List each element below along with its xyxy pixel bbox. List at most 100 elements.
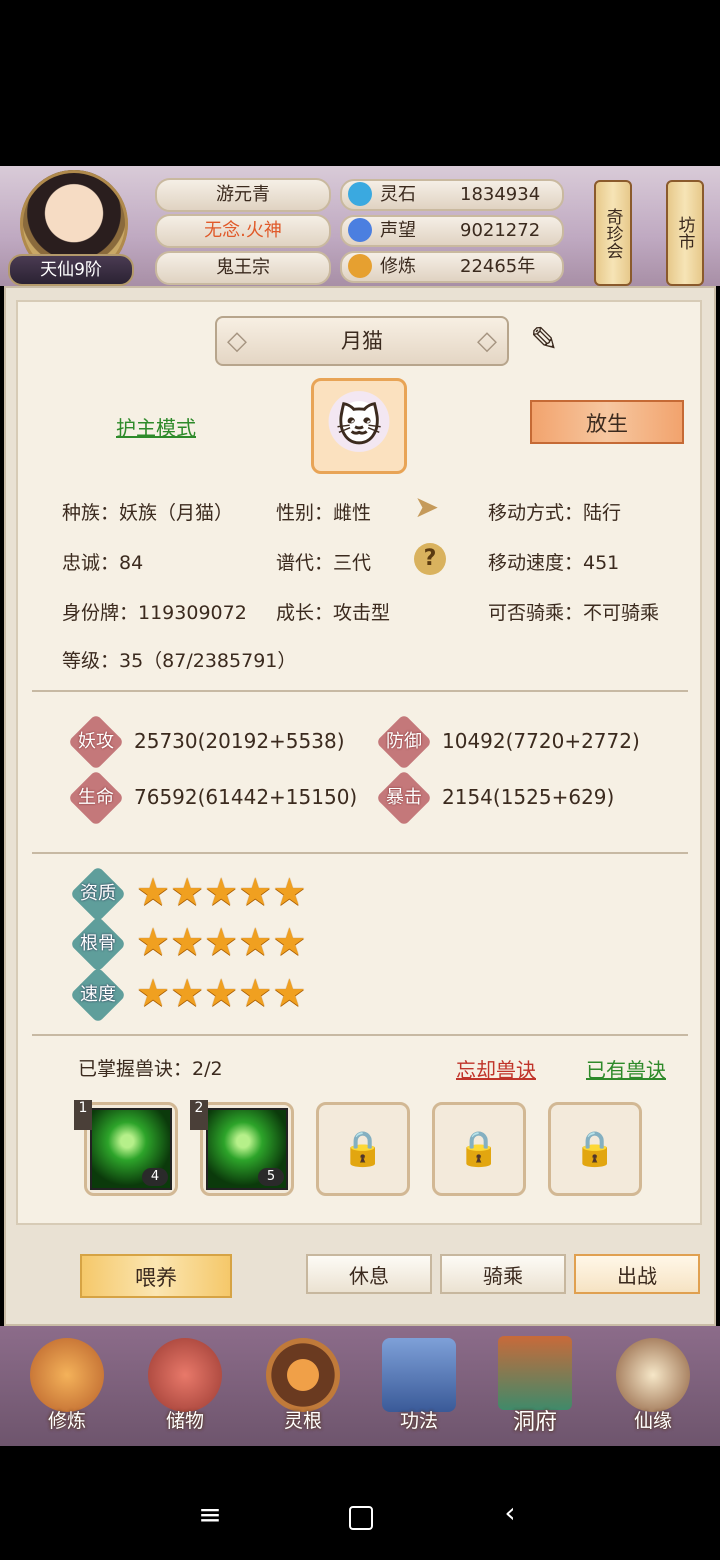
star-icon: ★ <box>272 971 307 1015</box>
treasure-fair-button[interactable]: 奇珍会 <box>594 180 632 286</box>
rest-button[interactable]: 休息 <box>306 1254 432 1294</box>
skill-level: 5 <box>258 1168 284 1186</box>
gender-arrow-icon[interactable]: ➤ <box>414 490 439 525</box>
resource-spirit-stone: 灵石 1834934 <box>340 179 564 211</box>
skill-slot-1[interactable]: 4 <box>84 1102 178 1196</box>
android-home-icon[interactable] <box>349 1506 373 1530</box>
feed-button[interactable]: 喂养 <box>80 1254 232 1298</box>
star-icon: ★ <box>238 870 273 914</box>
star-icon: ★ <box>136 920 171 964</box>
reputation-icon <box>348 217 372 242</box>
pet-growth: 成长：攻击型 <box>276 602 391 624</box>
resource-label: 修炼 <box>380 256 416 277</box>
star-icon: ★ <box>170 870 205 914</box>
market-button[interactable]: 坊市 <box>666 180 704 286</box>
skill-slot-number: 1 <box>74 1100 92 1130</box>
quality-label-aptitude: 资质 <box>80 883 116 904</box>
fate-gourd-icon <box>616 1338 690 1412</box>
skill-slot-locked[interactable]: 🔒 <box>548 1102 642 1196</box>
quality-label-bone: 根骨 <box>80 933 116 954</box>
player-sect[interactable]: 鬼王宗 <box>155 251 331 285</box>
lock-icon: 🔒 <box>457 1129 501 1169</box>
player-title[interactable]: 无念.火神 <box>155 214 331 248</box>
android-back-icon[interactable]: ‹ <box>480 1496 540 1529</box>
lock-icon: 🔒 <box>573 1129 617 1169</box>
pet-race: 种族：妖族（月猫） <box>62 502 234 524</box>
stat-value-crit: 2154(1525+629) <box>442 785 615 809</box>
stat-label-hp: 生命 <box>78 787 114 808</box>
bone-stars: ★★★★★ <box>136 922 306 962</box>
pet-level: 等级：35（87/2385791） <box>62 650 297 672</box>
pet-loyalty: 忠诚：84 <box>62 552 144 574</box>
battle-button[interactable]: 出战 <box>574 1254 700 1294</box>
star-icon: ★ <box>238 920 273 964</box>
cultivation-icon <box>348 253 372 278</box>
skill-slot-number: 2 <box>190 1100 208 1130</box>
stat-value-defense: 10492(7720+2772) <box>442 729 640 753</box>
help-icon[interactable]: ? <box>414 543 446 575</box>
pet-rideable: 可否骑乘：不可骑乘 <box>488 602 660 624</box>
nav-label: 灵根 <box>283 1410 322 1432</box>
nav-label: 储物 <box>165 1410 204 1432</box>
resource-value: 1834934 <box>460 184 541 205</box>
forget-skill-link[interactable]: 忘却兽诀 <box>456 1054 536 1083</box>
skill-slot-locked[interactable]: 🔒 <box>432 1102 526 1196</box>
star-icon: ★ <box>136 870 171 914</box>
moon-cat-icon: 🐱 <box>336 400 382 452</box>
star-icon: ★ <box>136 971 171 1015</box>
stat-label-crit: 暴击 <box>386 787 422 808</box>
spirit-stone-icon <box>348 181 372 206</box>
skill-slot-2[interactable]: 5 <box>200 1102 294 1196</box>
pet-gender: 性别：雌性 <box>276 502 372 524</box>
divider <box>32 852 688 854</box>
guard-mode-link[interactable]: 护主模式 <box>116 412 196 441</box>
beast-skill-icon: 4 <box>90 1108 172 1190</box>
cultivate-icon <box>30 1338 104 1412</box>
star-icon: ★ <box>272 920 307 964</box>
stat-label-defense: 防御 <box>386 731 422 752</box>
storage-bag-icon <box>148 1338 222 1412</box>
speed-stars: ★★★★★ <box>136 973 306 1013</box>
nav-label: 修炼 <box>47 1410 86 1432</box>
pet-id-card: 身份牌：119309072 <box>62 602 247 624</box>
aptitude-stars: ★★★★★ <box>136 872 306 912</box>
nav-fate[interactable]: 仙缘 <box>598 1332 708 1442</box>
player-rank: 天仙9阶 <box>8 254 134 286</box>
pet-portrait[interactable]: 🐱 <box>311 378 407 474</box>
technique-book-icon <box>382 1338 456 1412</box>
owned-skill-link[interactable]: 已有兽诀 <box>586 1054 666 1083</box>
resource-value: 22465年 <box>460 256 536 277</box>
nav-spirit-root[interactable]: 灵根 <box>248 1332 358 1442</box>
nav-label: 仙缘 <box>633 1410 672 1432</box>
spirit-root-icon <box>266 1338 340 1412</box>
resource-label: 灵石 <box>380 184 416 205</box>
ride-button[interactable]: 骑乘 <box>440 1254 566 1294</box>
nav-cave-house[interactable]: 洞府 <box>480 1330 590 1440</box>
cave-house-icon <box>498 1336 572 1410</box>
resource-value: 9021272 <box>460 220 541 241</box>
stat-value-attack: 25730(20192+5538) <box>134 729 345 753</box>
beast-skill-icon: 5 <box>206 1108 288 1190</box>
nav-storage[interactable]: 储物 <box>130 1332 240 1442</box>
skills-mastered-count: 已掌握兽诀：2/2 <box>78 1058 223 1080</box>
star-icon: ★ <box>204 971 239 1015</box>
android-menu-icon[interactable]: ≡ <box>180 1498 240 1531</box>
skill-slot-locked[interactable]: 🔒 <box>316 1102 410 1196</box>
player-name: 游元青 <box>155 178 331 212</box>
quality-label-speed: 速度 <box>80 984 116 1005</box>
star-icon: ★ <box>272 870 307 914</box>
stat-value-hp: 76592(61442+15150) <box>134 785 358 809</box>
pet-generation: 谱代：三代 <box>276 552 372 574</box>
nav-technique[interactable]: 功法 <box>364 1332 474 1442</box>
pet-name-plate[interactable]: 月猫 <box>215 316 509 366</box>
pet-move-speed: 移动速度：451 <box>488 552 620 574</box>
star-icon: ★ <box>204 920 239 964</box>
nav-cultivate[interactable]: 修炼 <box>12 1332 122 1442</box>
rename-book-icon[interactable]: ✎ <box>530 318 582 362</box>
nav-label: 功法 <box>399 1410 438 1432</box>
star-icon: ★ <box>204 870 239 914</box>
star-icon: ★ <box>170 971 205 1015</box>
release-button[interactable]: 放生 <box>530 400 684 444</box>
lock-icon: 🔒 <box>341 1129 385 1169</box>
divider <box>32 1034 688 1036</box>
